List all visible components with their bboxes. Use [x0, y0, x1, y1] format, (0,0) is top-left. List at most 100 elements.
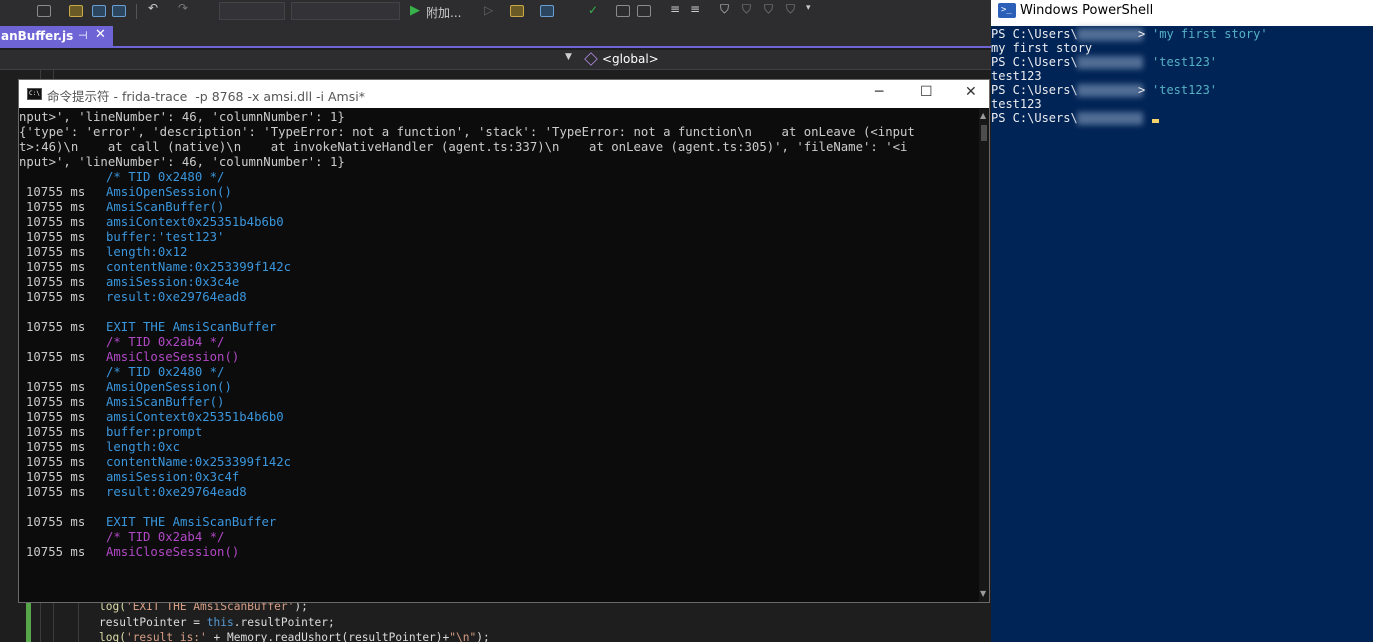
trace-line: /* TID 0x2ab4 */ — [19, 530, 979, 545]
attach-button[interactable]: 附加... — [426, 4, 461, 21]
code-token: resultPointer = — [99, 616, 207, 629]
trace-line: 10755 ms buffer:'test123' — [19, 230, 979, 245]
pin-icon[interactable]: ⊣ — [78, 29, 88, 42]
window-layout-icon[interactable] — [540, 5, 554, 17]
trace-line: 10755 ms EXIT THE AmsiScanBuffer — [19, 320, 979, 335]
play-icon[interactable]: ▶ — [410, 3, 420, 18]
code-token: .resultPointer; — [233, 616, 335, 629]
bookmark-prev-icon[interactable]: ⛉ — [742, 2, 751, 17]
prompt-line: PS C:\Users\ > 'test123' — [991, 83, 1373, 97]
powershell-window[interactable]: >_ Windows PowerShell PS C:\Users\ > 'my f… — [991, 0, 1373, 642]
redo-icon[interactable]: ↷ — [178, 1, 188, 15]
redacted-username — [1077, 112, 1143, 125]
navigation-bar: ▼ <global> — [0, 50, 991, 70]
trace-event: /* TID 0x2ab4 */ — [106, 530, 225, 544]
tab-anbuffer-js[interactable]: anBuffer.js ⊣ ✕ — [0, 26, 113, 47]
trace-line: /* TID 0x2ab4 */ — [19, 335, 979, 350]
trace-line: 10755 ms contentName:0x253399f142c — [19, 260, 979, 275]
indent-icon[interactable]: ≡ — [670, 2, 680, 16]
bookmark-clear-icon[interactable]: ⛉ — [786, 2, 795, 17]
scroll-thumb[interactable] — [981, 125, 987, 141]
trace-line: 10755 ms length:0xc — [19, 440, 979, 455]
tab-title: anBuffer.js — [1, 29, 74, 43]
trace-event: AmsiOpenSession() — [106, 185, 232, 199]
trace-line: 10755 ms buffer:prompt — [19, 425, 979, 440]
indent-guide — [78, 600, 79, 642]
toolbox-icon[interactable] — [510, 5, 524, 17]
bookmark-icon[interactable]: ⛉ — [720, 2, 729, 17]
cmd-console-output[interactable]: nput>', 'lineNumber': 46, 'columnNumber'… — [19, 109, 979, 602]
maximize-button[interactable]: ☐ — [920, 84, 933, 100]
code-token: "\n" — [449, 631, 477, 642]
trace-timestamp: 10755 ms — [26, 455, 86, 469]
trace-event: amsiContext0x25351b4b6b0 — [106, 410, 284, 424]
platform-dropdown[interactable] — [291, 2, 400, 20]
minimize-button[interactable]: ─ — [875, 84, 883, 100]
close-tab-icon[interactable]: ✕ — [95, 27, 106, 42]
toolbar-divider — [136, 4, 137, 19]
trace-line: 10755 ms AmsiScanBuffer() — [19, 200, 979, 215]
open-folder-icon[interactable] — [69, 5, 83, 17]
code-line: resultPointer = this.resultPointer; — [99, 616, 335, 629]
trace-line — [19, 305, 979, 320]
undo-icon[interactable]: ↶ — [148, 1, 158, 15]
uncomment-icon[interactable] — [637, 5, 651, 17]
scroll-up-icon[interactable]: ▲ — [980, 111, 986, 120]
trace-timestamp: 10755 ms — [26, 350, 86, 364]
new-project-icon[interactable] — [37, 5, 51, 17]
trace-event: result:0xe29764ead8 — [106, 485, 247, 499]
outdent-icon[interactable]: ≡ — [690, 2, 700, 16]
trace-event: buffer:prompt — [106, 425, 203, 439]
trace-event: contentName:0x253399f142c — [106, 260, 292, 274]
comment-icon[interactable] — [616, 5, 630, 17]
cmd-scrollbar[interactable]: ▲ ▼ — [979, 109, 989, 602]
trace-line: 10755 ms contentName:0x253399f142c — [19, 455, 979, 470]
trace-line: 10755 ms amsiSession:0x3c4f — [19, 470, 979, 485]
trace-timestamp: 10755 ms — [26, 440, 86, 454]
redacted-username — [1077, 84, 1143, 97]
prompt-suffix: > — [1138, 27, 1146, 41]
console-line: {'type': 'error', 'description': 'TypeEr… — [19, 125, 915, 139]
toolbar-overflow-icon[interactable]: ▾ — [806, 3, 811, 13]
trace-line: 10755 ms AmsiOpenSession() — [19, 380, 979, 395]
trace-timestamp: 10755 ms — [26, 485, 86, 499]
powershell-window-title: Windows PowerShell — [1020, 3, 1154, 18]
trace-timestamp: 10755 ms — [26, 260, 86, 274]
configuration-dropdown[interactable] — [219, 2, 285, 20]
code-token: + Memory.readUshort(resultPointer)+ — [206, 631, 450, 642]
trace-line: 10755 ms result:0xe29764ead8 — [19, 485, 979, 500]
check-icon[interactable]: ✓ — [588, 3, 598, 17]
code-token: ); — [476, 631, 490, 642]
powershell-icon: >_ — [998, 3, 1016, 18]
trace-timestamp: 10755 ms — [26, 290, 86, 304]
chevron-down-icon[interactable]: ▼ — [565, 52, 572, 62]
cmd-window-title: 命令提示符 - frida-trace -p 8768 -x amsi.dll … — [47, 89, 365, 104]
save-all-icon[interactable] — [112, 5, 126, 17]
trace-line: 10755 ms result:0xe29764ead8 — [19, 290, 979, 305]
command-output: test123 — [991, 97, 1042, 111]
code-token: 'result is:' — [125, 631, 207, 642]
trace-event: AmsiCloseSession() — [106, 545, 240, 559]
change-indicator — [26, 602, 31, 642]
trace-timestamp: 10755 ms — [26, 380, 86, 394]
save-icon[interactable] — [92, 5, 106, 17]
trace-event: /* TID 0x2480 */ — [106, 170, 225, 184]
trace-event: length:0xc — [106, 440, 181, 454]
scroll-down-icon[interactable]: ▼ — [980, 589, 986, 598]
trace-timestamp: 10755 ms — [26, 275, 86, 289]
code-token: this — [206, 616, 234, 629]
cmd-title-bar[interactable]: C:\ 命令提示符 - frida-trace -p 8768 -x amsi.… — [19, 80, 989, 108]
start-without-debug-icon[interactable]: ▷ — [484, 3, 493, 17]
trace-event: AmsiCloseSession() — [106, 350, 240, 364]
prompt-path: PS C:\Users\ — [991, 55, 1078, 69]
bookmark-next-icon[interactable]: ⛉ — [764, 2, 773, 17]
document-tab-bar: anBuffer.js ⊣ ✕ — [0, 26, 991, 48]
trace-line: 10755 ms amsiSession:0x3c4e — [19, 275, 979, 290]
powershell-title-bar[interactable]: >_ Windows PowerShell — [991, 0, 1373, 26]
trace-timestamp: 10755 ms — [26, 425, 86, 439]
cmd-window[interactable]: C:\ 命令提示符 - frida-trace -p 8768 -x amsi.… — [18, 79, 990, 603]
close-button[interactable]: ✕ — [965, 84, 977, 100]
scope-dropdown[interactable]: <global> — [602, 52, 659, 66]
trace-event: length:0x12 — [106, 245, 188, 259]
trace-timestamp: 10755 ms — [26, 545, 86, 559]
